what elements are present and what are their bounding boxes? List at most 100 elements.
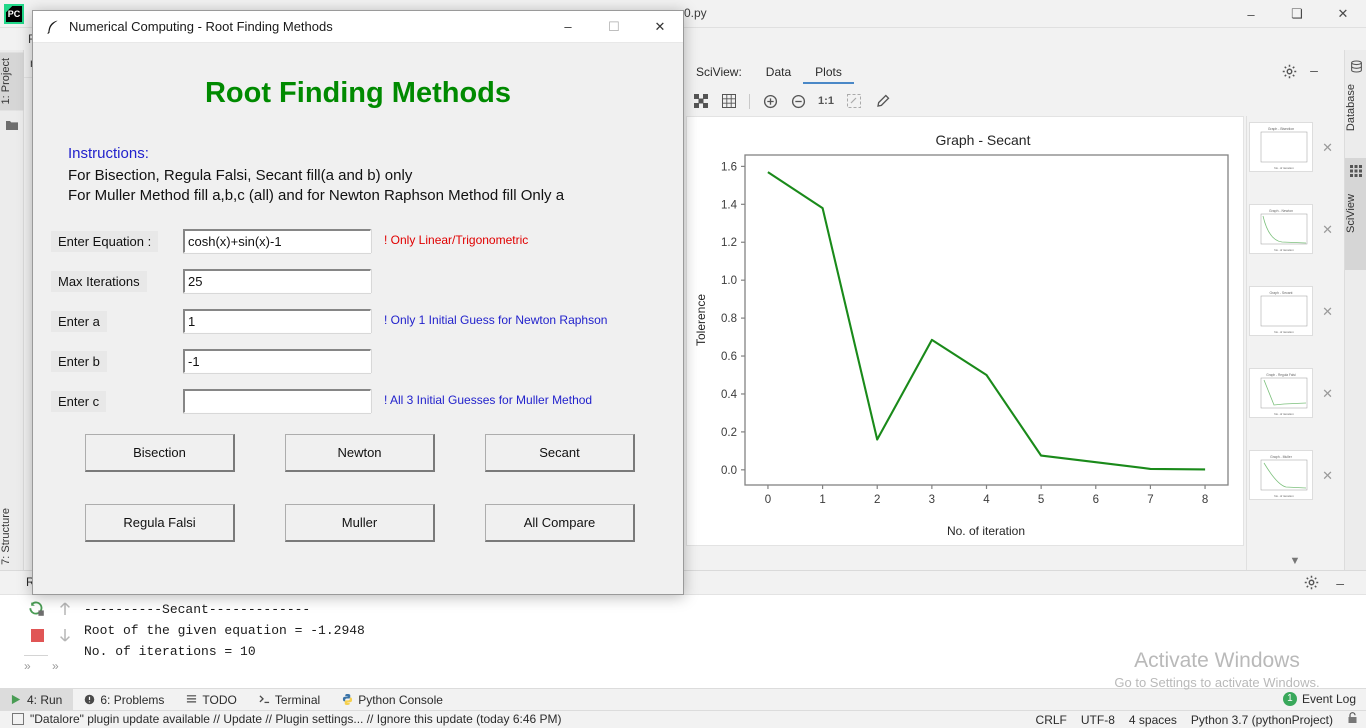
tab-plots[interactable]: Plots: [803, 60, 854, 84]
bottom-tool-tabs: 4: Run 6: Problems TODO Terminal Python …: [0, 688, 1366, 711]
close-icon[interactable]: ✕: [637, 11, 683, 42]
svg-text:6: 6: [1093, 494, 1099, 506]
enter-b-input[interactable]: [183, 349, 371, 373]
svg-text:1.2: 1.2: [721, 237, 737, 249]
field-row-b: Enter b: [33, 343, 683, 383]
close-icon[interactable]: ✕: [1322, 222, 1333, 238]
close-icon[interactable]: ✕: [1322, 386, 1333, 402]
svg-text:0.2: 0.2: [721, 427, 737, 439]
stop-icon[interactable]: [24, 623, 50, 647]
restore-icon[interactable]: ❏: [1274, 0, 1320, 28]
actual-size-icon[interactable]: 1:1: [813, 89, 839, 113]
minimize-icon[interactable]: ‒: [1228, 0, 1274, 28]
svg-text:Graph - Muller: Graph - Muller: [1270, 455, 1293, 459]
rerun-icon[interactable]: [24, 597, 50, 621]
sidebar-item-structure[interactable]: 7: Structure: [0, 502, 24, 571]
todo-icon: [187, 695, 197, 703]
gear-icon[interactable]: [1282, 64, 1298, 80]
regula-falsi-button[interactable]: Regula Falsi: [85, 504, 235, 542]
svg-text:Tolerence: Tolerence: [694, 294, 708, 346]
bisection-button[interactable]: Bisection: [85, 434, 235, 472]
sidebar-item-database[interactable]: Database: [1345, 78, 1366, 137]
thumbnail-item[interactable]: Graph - Regula Falsi No. of iteration ✕: [1247, 366, 1343, 444]
scroll-up-icon[interactable]: [52, 597, 78, 621]
gear-icon[interactable]: [1304, 575, 1320, 591]
tab-python-console[interactable]: Python Console: [331, 689, 454, 711]
svg-text:4: 4: [983, 494, 990, 506]
thumbnail-item[interactable]: Graph - Bisection No. of iteration ✕: [1247, 120, 1343, 198]
chevron-down-icon[interactable]: ▼: [1247, 550, 1343, 572]
close-icon[interactable]: ✕: [1322, 304, 1333, 320]
enter-c-label: Enter c: [51, 391, 107, 412]
tab-data[interactable]: Data: [754, 60, 803, 84]
newton-button[interactable]: Newton: [285, 434, 435, 472]
dialog-titlebar[interactable]: Numerical Computing - Root Finding Metho…: [33, 11, 683, 43]
soft-wrap-icon[interactable]: »: [24, 659, 31, 673]
event-log-button[interactable]: 1 Event Log: [1282, 688, 1356, 710]
enter-a-label: Enter a: [51, 311, 107, 332]
muller-button[interactable]: Muller: [285, 504, 435, 542]
thumbnail-preview[interactable]: Graph - Regula Falsi No. of iteration: [1249, 368, 1313, 418]
indent-indicator[interactable]: 4 spaces: [1129, 713, 1177, 727]
minimize-icon[interactable]: ‒: [545, 11, 591, 42]
svg-text:7: 7: [1147, 494, 1153, 506]
svg-text:1.6: 1.6: [721, 161, 737, 173]
encoding-indicator[interactable]: UTF-8: [1081, 713, 1115, 727]
enter-a-hint: ! Only 1 Initial Guess for Newton Raphso…: [384, 313, 608, 327]
thumbnail-preview[interactable]: Graph - Bisection No. of iteration: [1249, 122, 1313, 172]
status-message[interactable]: "Datalore" plugin update available // Up…: [30, 712, 562, 726]
line-separator-indicator[interactable]: CRLF: [1036, 713, 1067, 727]
thumbnail-item[interactable]: Graph - Secant No. of iteration ✕: [1247, 284, 1343, 362]
tab-run[interactable]: 4: Run: [0, 688, 74, 711]
soft-wrap-icon-2[interactable]: »: [52, 659, 59, 673]
zoom-in-icon[interactable]: [757, 89, 783, 113]
thumbnail-item[interactable]: Graph - Newton No. of iteration ✕: [1247, 202, 1343, 280]
svg-text:0.0: 0.0: [721, 465, 737, 477]
minimize-icon[interactable]: ‒: [1306, 63, 1322, 80]
svg-text:0.6: 0.6: [721, 351, 737, 363]
tab-problems-label: 6: Problems: [100, 692, 165, 707]
svg-text:5: 5: [1038, 494, 1044, 506]
secant-button[interactable]: Secant: [485, 434, 635, 472]
svg-text:0.8: 0.8: [721, 313, 737, 325]
root-finding-dialog: Numerical Computing - Root Finding Metho…: [32, 10, 684, 595]
run-icon: [11, 694, 21, 705]
tab-problems[interactable]: 6: Problems: [73, 689, 175, 711]
svg-text:3: 3: [929, 494, 935, 506]
color-picker-icon[interactable]: [869, 89, 895, 113]
enter-a-input[interactable]: [183, 309, 371, 333]
select-region-icon[interactable]: [841, 89, 867, 113]
svg-text:No. of iteration: No. of iteration: [1274, 412, 1294, 416]
console-output[interactable]: ----------Secant------------- Root of th…: [84, 597, 1314, 683]
interpreter-indicator[interactable]: Python 3.7 (pythonProject): [1191, 713, 1333, 727]
svg-text:1.0: 1.0: [721, 275, 737, 287]
thumbnail-preview[interactable]: Graph - Secant No. of iteration: [1249, 286, 1313, 336]
sciview-icon: [1350, 164, 1362, 177]
thumbnail-item[interactable]: Graph - Muller No. of iteration ✕: [1247, 448, 1343, 526]
zoom-out-icon[interactable]: [785, 89, 811, 113]
tab-todo[interactable]: TODO: [175, 689, 247, 711]
fit-icon[interactable]: [688, 89, 714, 113]
close-icon[interactable]: ✕: [1320, 0, 1366, 28]
all-compare-button[interactable]: All Compare: [485, 504, 635, 542]
console-line: Root of the given equation = -1.2948: [84, 623, 365, 638]
ide-window-buttons: ‒ ❏ ✕: [1228, 0, 1366, 28]
scroll-down-icon[interactable]: [52, 623, 78, 647]
max-iterations-input[interactable]: [183, 269, 371, 293]
minimize-icon[interactable]: ‒: [1336, 575, 1344, 591]
thumbnail-preview[interactable]: Graph - Newton No. of iteration: [1249, 204, 1313, 254]
equation-input[interactable]: [183, 229, 371, 253]
tab-terminal[interactable]: Terminal: [248, 689, 331, 711]
sidebar-item-project[interactable]: 1: Project: [0, 52, 24, 111]
maximize-icon[interactable]: ☐: [591, 11, 637, 42]
svg-text:0: 0: [765, 494, 771, 506]
run-panel-side-toolbar: » »: [24, 597, 80, 689]
status-message-group: "Datalore" plugin update available // Up…: [12, 712, 562, 726]
grid-icon[interactable]: [716, 89, 742, 113]
close-icon[interactable]: ✕: [1322, 140, 1333, 156]
lock-icon[interactable]: [1347, 712, 1358, 727]
enter-c-input[interactable]: [183, 389, 371, 413]
thumbnail-preview[interactable]: Graph - Muller No. of iteration: [1249, 450, 1313, 500]
close-icon[interactable]: ✕: [1322, 468, 1333, 484]
field-row-equation: Enter Equation : ! Only Linear/Trigonome…: [33, 223, 683, 263]
